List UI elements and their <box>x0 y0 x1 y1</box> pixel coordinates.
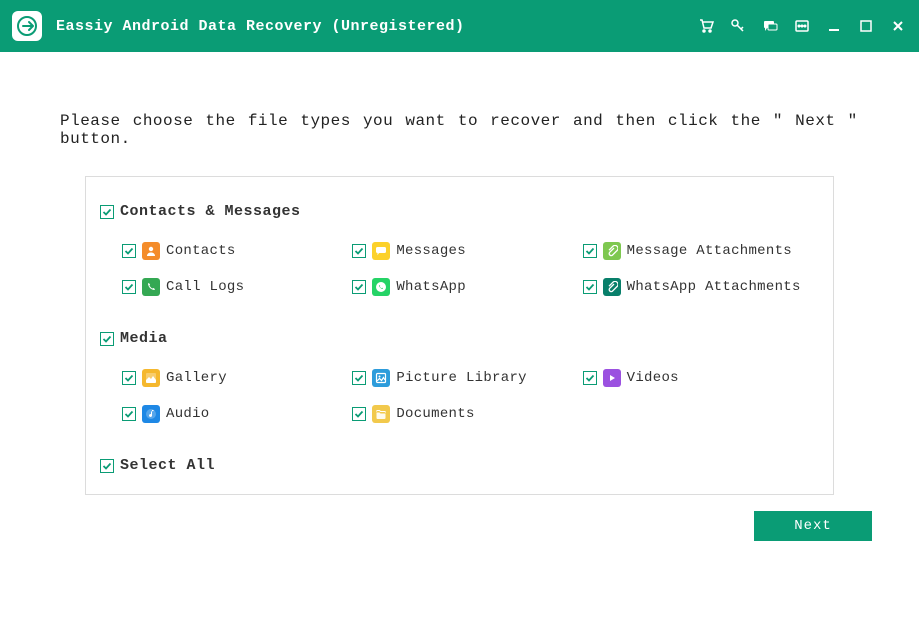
picture-library-icon <box>372 369 390 387</box>
group-checkbox[interactable] <box>100 205 114 219</box>
footer: Next <box>0 495 919 541</box>
documents-icon <box>372 405 390 423</box>
group-items: Gallery Picture Library Videos Audio Documen… <box>100 369 803 423</box>
item-checkbox[interactable] <box>583 280 597 294</box>
videos-icon <box>603 369 621 387</box>
item-label: Contacts <box>166 243 236 259</box>
item-label: Picture Library <box>396 370 527 386</box>
item-checkbox[interactable] <box>122 371 136 385</box>
whatsapp-attach-icon <box>603 278 621 296</box>
item-label: Message Attachments <box>627 243 792 259</box>
item-checkbox[interactable] <box>583 244 597 258</box>
item-checkbox[interactable] <box>352 280 366 294</box>
key-icon[interactable] <box>729 17 747 35</box>
instruction-text: Please choose the file types you want to… <box>0 52 919 176</box>
file-type-item[interactable]: WhatsApp <box>352 278 572 296</box>
file-type-item[interactable]: Messages <box>352 242 572 260</box>
file-type-item[interactable]: Gallery <box>122 369 342 387</box>
cart-icon[interactable] <box>697 17 715 35</box>
item-checkbox[interactable] <box>352 244 366 258</box>
minimize-icon[interactable] <box>825 17 843 35</box>
group-items: Contacts Messages Message Attachments Call … <box>100 242 803 296</box>
audio-icon <box>142 405 160 423</box>
select-all[interactable]: Select All <box>100 457 803 474</box>
item-checkbox[interactable] <box>122 244 136 258</box>
file-type-item[interactable]: Picture Library <box>352 369 572 387</box>
gallery-icon <box>142 369 160 387</box>
item-label: Call Logs <box>166 279 244 295</box>
group-label: Contacts & Messages <box>120 203 301 220</box>
item-label: WhatsApp <box>396 279 466 295</box>
select-all-checkbox[interactable] <box>100 459 114 473</box>
titlebar: Eassiy Android Data Recovery (Unregister… <box>0 0 919 52</box>
app-title: Eassiy Android Data Recovery (Unregister… <box>56 18 697 35</box>
file-type-item[interactable]: Videos <box>583 369 803 387</box>
file-type-item[interactable]: Call Logs <box>122 278 342 296</box>
item-label: Audio <box>166 406 210 422</box>
contacts-icon <box>142 242 160 260</box>
select-all-label: Select All <box>120 457 215 474</box>
item-checkbox[interactable] <box>352 371 366 385</box>
file-type-item[interactable]: Audio <box>122 405 342 423</box>
maximize-icon[interactable] <box>857 17 875 35</box>
app-logo <box>12 11 42 41</box>
whatsapp-icon <box>372 278 390 296</box>
item-label: Documents <box>396 406 474 422</box>
group-header[interactable]: Contacts & Messages <box>100 203 803 220</box>
next-button[interactable]: Next <box>754 511 872 541</box>
item-checkbox[interactable] <box>583 371 597 385</box>
group-label: Media <box>120 330 168 347</box>
messages-icon <box>372 242 390 260</box>
group-checkbox[interactable] <box>100 332 114 346</box>
attachments-icon <box>603 242 621 260</box>
item-label: Messages <box>396 243 466 259</box>
file-type-panel: Contacts & Messages Contacts Messages Messa… <box>85 176 834 495</box>
close-icon[interactable] <box>889 17 907 35</box>
menu-icon[interactable] <box>793 17 811 35</box>
item-label: Gallery <box>166 370 227 386</box>
item-checkbox[interactable] <box>122 407 136 421</box>
file-type-item[interactable]: WhatsApp Attachments <box>583 278 803 296</box>
group-header[interactable]: Media <box>100 330 803 347</box>
calllogs-icon <box>142 278 160 296</box>
feedback-icon[interactable] <box>761 17 779 35</box>
file-type-item[interactable]: Contacts <box>122 242 342 260</box>
item-checkbox[interactable] <box>122 280 136 294</box>
window-controls <box>697 17 907 35</box>
file-type-item[interactable]: Message Attachments <box>583 242 803 260</box>
file-type-item[interactable]: Documents <box>352 405 572 423</box>
item-checkbox[interactable] <box>352 407 366 421</box>
item-label: WhatsApp Attachments <box>627 279 801 295</box>
item-label: Videos <box>627 370 679 386</box>
